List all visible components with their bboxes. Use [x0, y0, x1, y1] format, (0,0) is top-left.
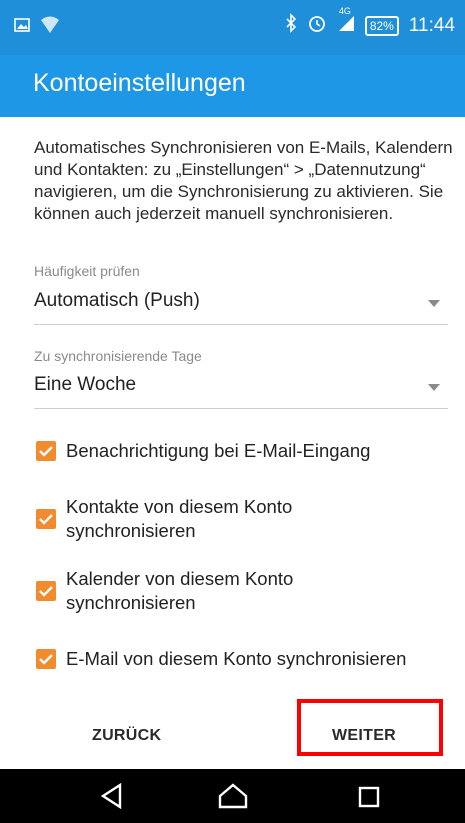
page-title: Kontoeinstellungen [33, 69, 246, 97]
image-notification-icon [14, 18, 30, 37]
dropdown-arrow-icon [428, 300, 440, 307]
check-frequency-label: Häufigkeit prüfen [34, 263, 140, 279]
check-frequency-value: Automatisch (Push) [34, 290, 200, 311]
recent-apps-icon[interactable] [358, 786, 380, 813]
sync-days-value: Eine Woche [34, 374, 137, 395]
back-nav-icon[interactable] [100, 782, 124, 814]
network-type: 4G [338, 6, 351, 16]
checkbox-label: Benachrichtigung bei E-Mail-Eingang [66, 440, 371, 461]
checkbox-checked-icon[interactable] [36, 509, 56, 529]
clock: 11:44 [408, 14, 455, 36]
checkbox-label: Kalender von diesem Konto synchronisiere… [66, 568, 294, 613]
sync-days-dropdown[interactable]: Eine Woche [34, 368, 448, 409]
dropdown-arrow-icon [428, 384, 440, 391]
status-bar: 4G 82% 11:44 [0, 0, 465, 55]
sync-days-label: Zu synchronisierende Tage [34, 348, 202, 364]
back-button[interactable]: ZURÜCK [92, 727, 161, 745]
checkbox-checked-icon[interactable] [36, 649, 56, 669]
sync-description: Automatisches Synchronisieren von E-Mail… [34, 138, 453, 223]
check-frequency-dropdown[interactable]: Automatisch (Push) [34, 284, 448, 325]
checkbox-label: E-Mail von diesem Konto synchronisieren [66, 648, 407, 669]
next-button-highlight: WEITER [297, 699, 443, 756]
alarm-icon [307, 13, 327, 38]
wifi-icon [40, 16, 60, 39]
next-button[interactable]: WEITER [332, 727, 396, 745]
bluetooth-icon [285, 13, 297, 38]
checkbox-checked-icon[interactable] [36, 581, 56, 601]
battery-indicator: 82% [364, 15, 399, 36]
bottom-button-bar: ZURÜCK WEITER [0, 699, 465, 769]
signal-icon: 4G [337, 6, 355, 37]
navigation-bar [0, 769, 465, 823]
checkbox-label: Kontakte von diesem Konto synchronisiere… [66, 496, 293, 541]
checkbox-checked-icon[interactable] [36, 441, 56, 461]
app-bar: Kontoeinstellungen [0, 55, 465, 117]
home-nav-icon[interactable] [218, 783, 248, 814]
settings-content[interactable]: Automatisches Synchronisieren von E-Mail… [0, 117, 465, 707]
